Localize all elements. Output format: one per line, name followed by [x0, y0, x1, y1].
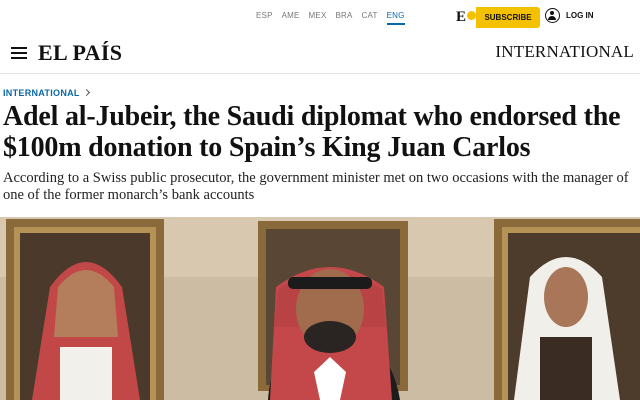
edition-selector: ESP AME MEX BRA CAT ENG [256, 11, 405, 25]
chevron-right-icon [82, 88, 90, 97]
edition-ame[interactable]: AME [282, 11, 300, 25]
edition-cat[interactable]: CAT [362, 11, 378, 25]
article-kicker[interactable]: INTERNATIONAL [3, 88, 90, 98]
epass-dot-icon [467, 11, 477, 20]
epass-letter: E [456, 9, 467, 25]
edition-mex[interactable]: MEX [309, 11, 327, 25]
article-subhead: According to a Swiss public prosecutor, … [3, 170, 629, 203]
edition-esp[interactable]: ESP [256, 11, 273, 25]
login-button[interactable]: LOG IN [545, 8, 594, 23]
section-title[interactable]: INTERNATIONAL [495, 42, 634, 62]
subscribe-button[interactable]: SUBSCRIBE [476, 7, 540, 28]
site-header: EL PAÍS INTERNATIONAL [0, 34, 640, 74]
kicker-label: INTERNATIONAL [3, 88, 80, 98]
hamburger-menu-icon[interactable] [11, 47, 27, 59]
top-bar: ESP AME MEX BRA CAT ENG E SUBSCRIBE LOG … [0, 0, 640, 34]
article-photo-illustration [0, 217, 640, 400]
user-icon [545, 8, 560, 23]
edition-eng[interactable]: ENG [386, 11, 405, 25]
edition-bra[interactable]: BRA [335, 11, 352, 25]
article-headline: Adel al-Jubeir, the Saudi diplomat who e… [3, 101, 621, 163]
article-photo[interactable] [0, 217, 640, 400]
site-logo[interactable]: EL PAÍS [38, 40, 122, 66]
epass-logo[interactable]: E [456, 9, 477, 26]
login-label: LOG IN [566, 11, 594, 20]
